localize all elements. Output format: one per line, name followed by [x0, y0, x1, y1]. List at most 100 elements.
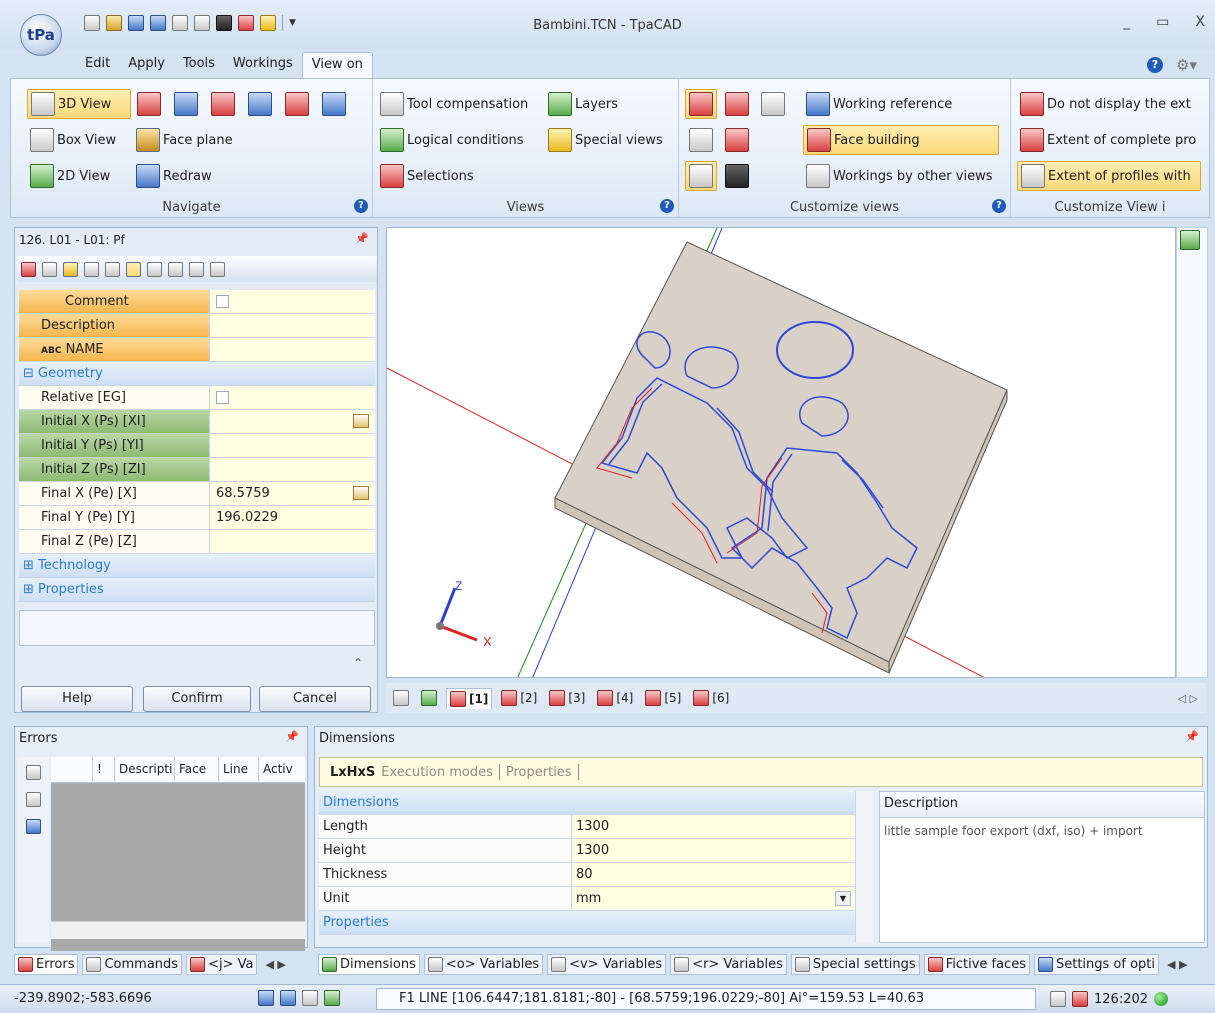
- column-header[interactable]: !: [93, 757, 115, 782]
- move-up-icon[interactable]: [84, 261, 99, 277]
- move-down-icon[interactable]: [105, 261, 120, 277]
- chart-icon[interactable]: [1050, 991, 1066, 1007]
- column-header[interactable]: [51, 757, 93, 782]
- tab-v-variables[interactable]: <v> Variables: [547, 953, 667, 975]
- pin-icon[interactable]: 📌: [355, 232, 369, 245]
- dim-row-height[interactable]: Height 1300: [319, 839, 855, 863]
- length-field[interactable]: 1300: [571, 815, 855, 838]
- tab-properties[interactable]: Properties: [506, 765, 572, 780]
- prop-row-final-x[interactable]: Final X (Pe) [X] 68.5759: [19, 482, 375, 506]
- prop-row-initial-y[interactable]: Initial Y (Ps) [YI]: [19, 434, 375, 458]
- prop-row-relative[interactable]: Relative [EG]: [19, 386, 375, 410]
- new-item-icon[interactable]: [63, 261, 78, 277]
- prop-value[interactable]: 68.5759: [209, 482, 375, 505]
- working-reference-button[interactable]: Working reference: [803, 89, 1003, 119]
- tab-edit[interactable]: Edit: [76, 52, 119, 78]
- extent-complete-button[interactable]: Extent of complete pro: [1017, 125, 1201, 155]
- column-header[interactable]: Activ: [259, 757, 305, 782]
- tool-compensation-button[interactable]: Tool compensation: [377, 89, 543, 119]
- view-face-1-button[interactable]: [133, 89, 165, 119]
- view-face-6-button[interactable]: [318, 89, 350, 119]
- column-header[interactable]: Line: [219, 757, 259, 782]
- view-tab-6[interactable]: [6]: [690, 688, 732, 708]
- prop-value[interactable]: [209, 314, 375, 337]
- profile-nodes-button[interactable]: [721, 89, 753, 119]
- category-technology[interactable]: ⊞ Technology: [19, 554, 375, 578]
- prop-value[interactable]: [209, 338, 375, 361]
- pin-icon[interactable]: 📌: [285, 730, 299, 743]
- view-tab-4[interactable]: [4]: [594, 688, 636, 708]
- arrow-icon[interactable]: [1072, 991, 1088, 1007]
- minimize-button[interactable]: _: [1123, 14, 1130, 30]
- prop-row-initial-x[interactable]: Initial X (Ps) [XI]: [19, 410, 375, 434]
- view-face-3-button[interactable]: [207, 89, 239, 119]
- view-tab-3[interactable]: [3]: [546, 688, 588, 708]
- chevron-down-icon[interactable]: ▼: [835, 891, 851, 906]
- pin-icon[interactable]: 📌: [1185, 730, 1199, 743]
- confirm-button[interactable]: Confirm: [143, 686, 251, 712]
- view-tab-1[interactable]: [1]: [446, 687, 493, 709]
- comment-checkbox[interactable]: [216, 295, 229, 308]
- reference-lines-button[interactable]: [721, 125, 753, 155]
- view-face-4-button[interactable]: [244, 89, 276, 119]
- box-view-button[interactable]: Box View: [27, 125, 131, 155]
- customize-views-help-icon[interactable]: ?: [992, 199, 1006, 213]
- sort-icon[interactable]: [189, 261, 204, 277]
- grid-icon[interactable]: [42, 261, 57, 277]
- redo-prop-icon[interactable]: [168, 261, 183, 277]
- undo-prop-icon[interactable]: [147, 261, 162, 277]
- vertical-scrollbar[interactable]: [855, 791, 873, 943]
- redraw-button[interactable]: Redraw: [133, 161, 243, 191]
- cancel-button[interactable]: Cancel: [259, 686, 371, 712]
- points-grid-button[interactable]: [757, 89, 789, 119]
- prop-row-comment[interactable]: Comment: [19, 290, 375, 314]
- dim-row-length[interactable]: Length 1300: [319, 815, 855, 839]
- tab-tools[interactable]: Tools: [174, 52, 224, 78]
- sequence-button[interactable]: [721, 161, 753, 191]
- help-context-icon[interactable]: [126, 261, 141, 277]
- horizontal-scrollbar[interactable]: [51, 921, 305, 939]
- tab-special-settings[interactable]: Special settings: [790, 953, 920, 975]
- 3d-view-button[interactable]: 3D View: [27, 89, 131, 119]
- omega-icon[interactable]: [21, 261, 36, 277]
- view-face-5-button[interactable]: [281, 89, 313, 119]
- filter-icon[interactable]: [25, 819, 41, 834]
- sort-desc-icon[interactable]: [210, 261, 225, 277]
- help-button[interactable]: Help: [21, 686, 133, 712]
- 3d-viewport[interactable]: X Z: [386, 227, 1176, 678]
- tab-lxhxs[interactable]: LxHxS: [330, 765, 375, 780]
- category-geometry[interactable]: ⊟ Geometry: [19, 362, 375, 386]
- column-header[interactable]: Face: [175, 757, 219, 782]
- tab-r-variables[interactable]: <r> Variables: [670, 953, 787, 975]
- navigate-help-icon[interactable]: ?: [354, 199, 368, 213]
- unit-select[interactable]: mm ▼: [571, 887, 855, 910]
- tab-j-variables[interactable]: <j> Va: [186, 953, 258, 975]
- do-not-display-button[interactable]: Do not display the ext: [1017, 89, 1201, 119]
- info-icon[interactable]: [25, 765, 41, 780]
- z-axis-button[interactable]: [685, 161, 717, 191]
- prop-row-final-y[interactable]: Final Y (Pe) [Y] 196.0229: [19, 506, 375, 530]
- solid-view-tab[interactable]: [418, 688, 440, 708]
- extent-profiles-button[interactable]: Extent of profiles with: [1017, 161, 1201, 191]
- special-views-button[interactable]: Special views: [545, 125, 675, 155]
- workpiece-panel[interactable]: [554, 241, 1008, 663]
- tab-execution-modes[interactable]: Execution modes: [381, 765, 493, 780]
- section-dimensions[interactable]: Dimensions: [319, 791, 855, 815]
- prop-row-final-z[interactable]: Final Z (Pe) [Z]: [19, 530, 375, 554]
- dots-button[interactable]: [685, 125, 717, 155]
- relative-checkbox[interactable]: [216, 391, 229, 404]
- workings-by-other-views-button[interactable]: Workings by other views: [803, 161, 1009, 191]
- close-button[interactable]: X: [1195, 14, 1205, 30]
- prop-value[interactable]: 196.0229: [209, 506, 375, 529]
- prop-value[interactable]: [209, 386, 375, 409]
- column-header[interactable]: Descripti: [115, 757, 175, 782]
- tab-fictive-faces[interactable]: Fictive faces: [923, 953, 1030, 975]
- category-properties[interactable]: ⊞ Properties: [19, 578, 375, 602]
- eye-icon[interactable]: [280, 990, 296, 1006]
- prop-row-initial-z[interactable]: Initial Z (Ps) [ZI]: [19, 458, 375, 482]
- maximize-button[interactable]: ▭: [1156, 14, 1169, 30]
- tab-scroll-arrows[interactable]: ◁ ▷: [1178, 692, 1198, 705]
- move-icon[interactable]: [302, 990, 318, 1006]
- views-help-icon[interactable]: ?: [660, 199, 674, 213]
- view-tab-5[interactable]: [5]: [642, 688, 684, 708]
